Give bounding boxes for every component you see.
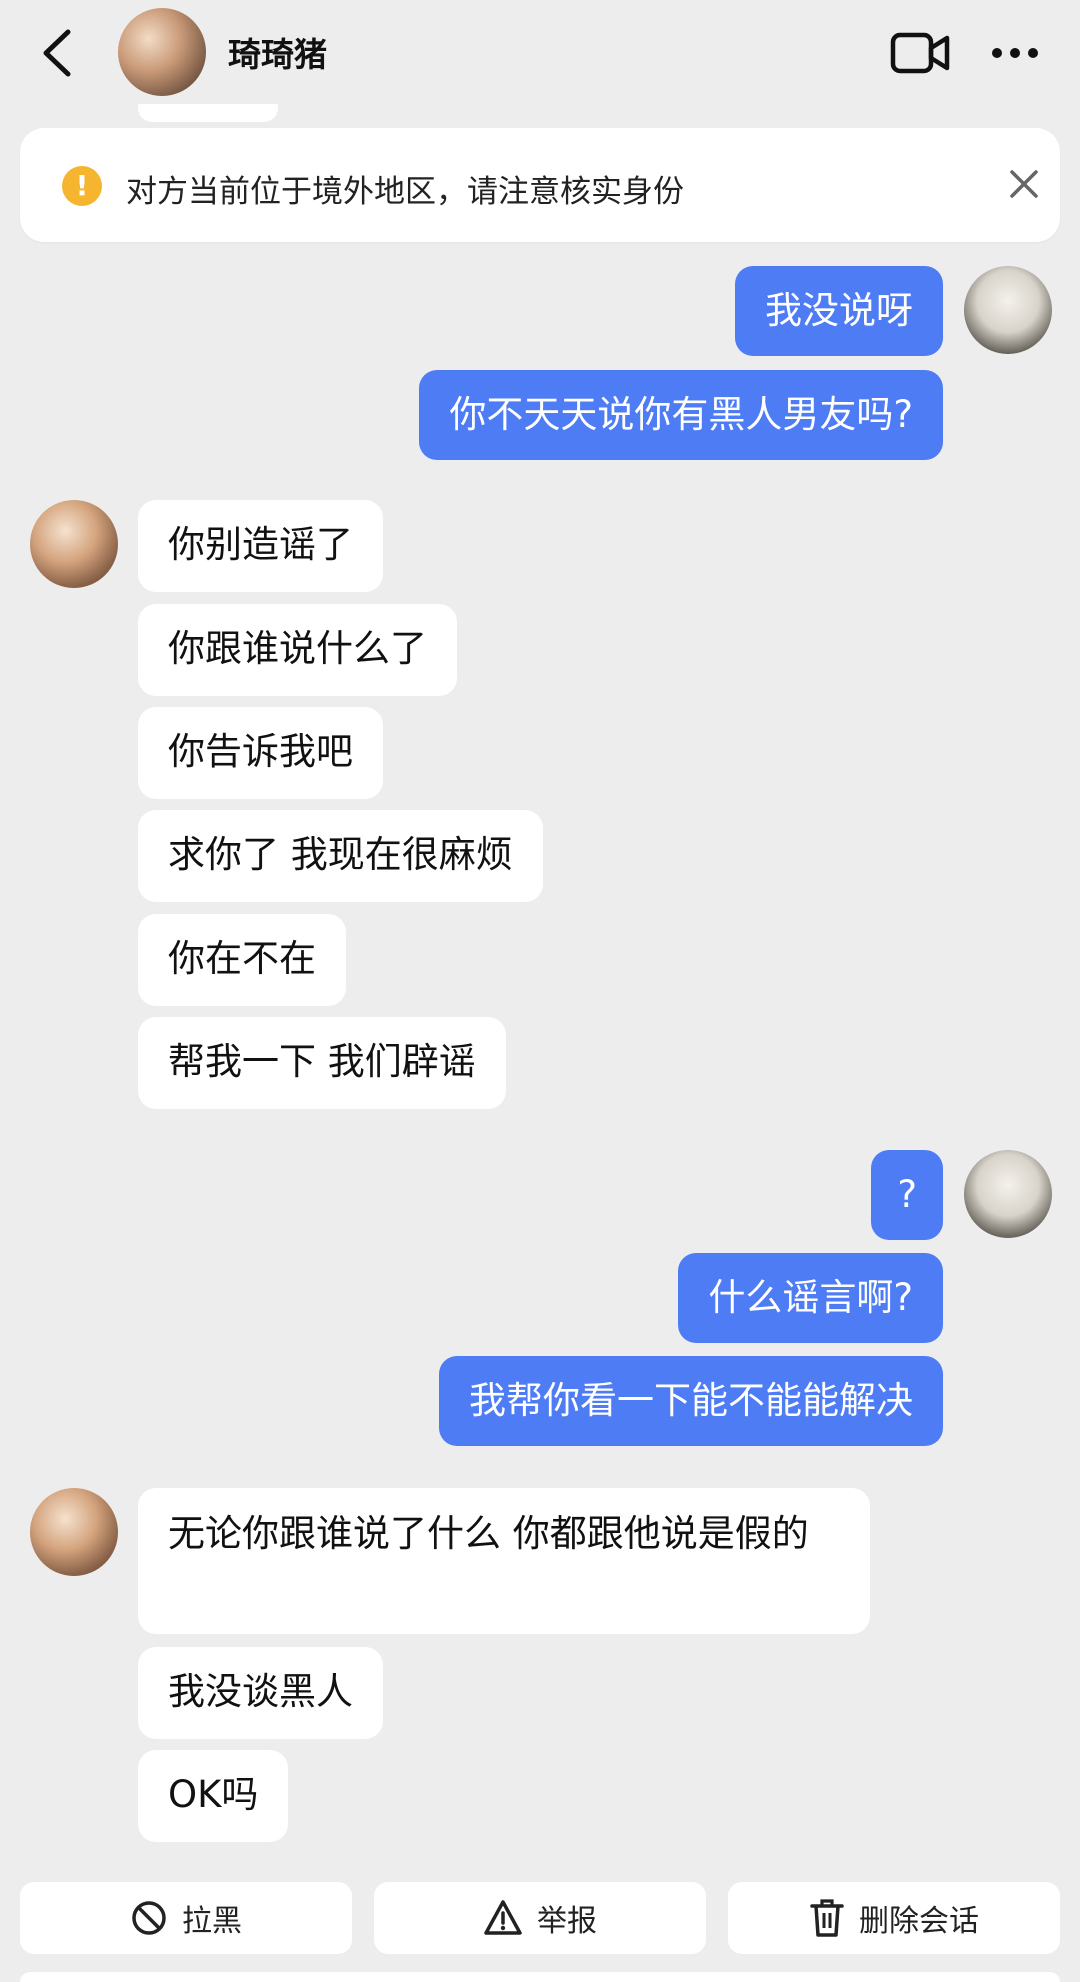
message-bubble-incoming[interactable]: 帮我一下 我们辟谣 [138, 1017, 506, 1109]
contact-avatar[interactable] [30, 1488, 118, 1576]
message-bubble-outgoing[interactable]: 什么谣言啊? [678, 1253, 943, 1343]
block-button-label: 拉黑 [182, 1904, 242, 1939]
trash-icon [810, 1899, 844, 1937]
warning-triangle-icon [484, 1900, 522, 1935]
message-bubble-incoming[interactable]: 你告诉我吧 [138, 707, 383, 799]
block-button[interactable]: 拉黑 [20, 1882, 352, 1954]
message-bubble-outgoing[interactable]: 我没说呀 [735, 266, 943, 356]
security-notice: ! 对方当前位于境外地区，请注意核实身份 [20, 128, 1060, 242]
contact-name: 琦琦猪 [228, 35, 327, 74]
close-icon[interactable] [1008, 168, 1040, 200]
delete-conversation-label: 删除会话 [859, 1904, 979, 1939]
message-bubble-outgoing[interactable]: 你不天天说你有黑人男友吗? [419, 370, 943, 460]
report-button-label: 举报 [537, 1904, 597, 1939]
message-bubble-incoming[interactable]: 你跟谁说什么了 [138, 604, 457, 696]
delete-conversation-button[interactable]: 删除会话 [728, 1882, 1060, 1954]
previous-message-bubble-partial [138, 104, 278, 122]
message-bubble-incoming[interactable]: 求你了 我现在很麻烦 [138, 810, 543, 902]
message-bubble-incoming[interactable]: 你别造谣了 [138, 500, 383, 592]
message-bubble-incoming[interactable]: 你在不在 [138, 914, 346, 1006]
chat-header: 琦琦猪 [0, 0, 1080, 106]
my-avatar[interactable] [964, 266, 1052, 354]
input-bar-partial [20, 1972, 1060, 1982]
contact-avatar[interactable] [30, 500, 118, 588]
report-button[interactable]: 举报 [374, 1882, 706, 1954]
my-avatar[interactable] [964, 1150, 1052, 1238]
chevron-left-icon[interactable] [36, 26, 80, 80]
message-bubble-outgoing[interactable]: 我帮你看一下能不能能解决 [439, 1356, 943, 1446]
message-bubble-incoming[interactable]: 无论你跟谁说了什么 你都跟他说是假的 [138, 1488, 870, 1634]
message-bubble-incoming[interactable]: 我没谈黑人 [138, 1647, 383, 1739]
message-bubble-outgoing[interactable]: ? [871, 1150, 943, 1240]
notice-text: 对方当前位于境外地区，请注意核实身份 [126, 174, 684, 210]
warning-icon: ! [62, 166, 102, 206]
video-camera-icon[interactable] [890, 30, 950, 76]
contact-avatar[interactable] [118, 8, 206, 96]
block-icon [132, 1901, 166, 1935]
message-bubble-incoming[interactable]: OK吗 [138, 1750, 289, 1842]
more-dots-icon[interactable] [990, 46, 1040, 60]
